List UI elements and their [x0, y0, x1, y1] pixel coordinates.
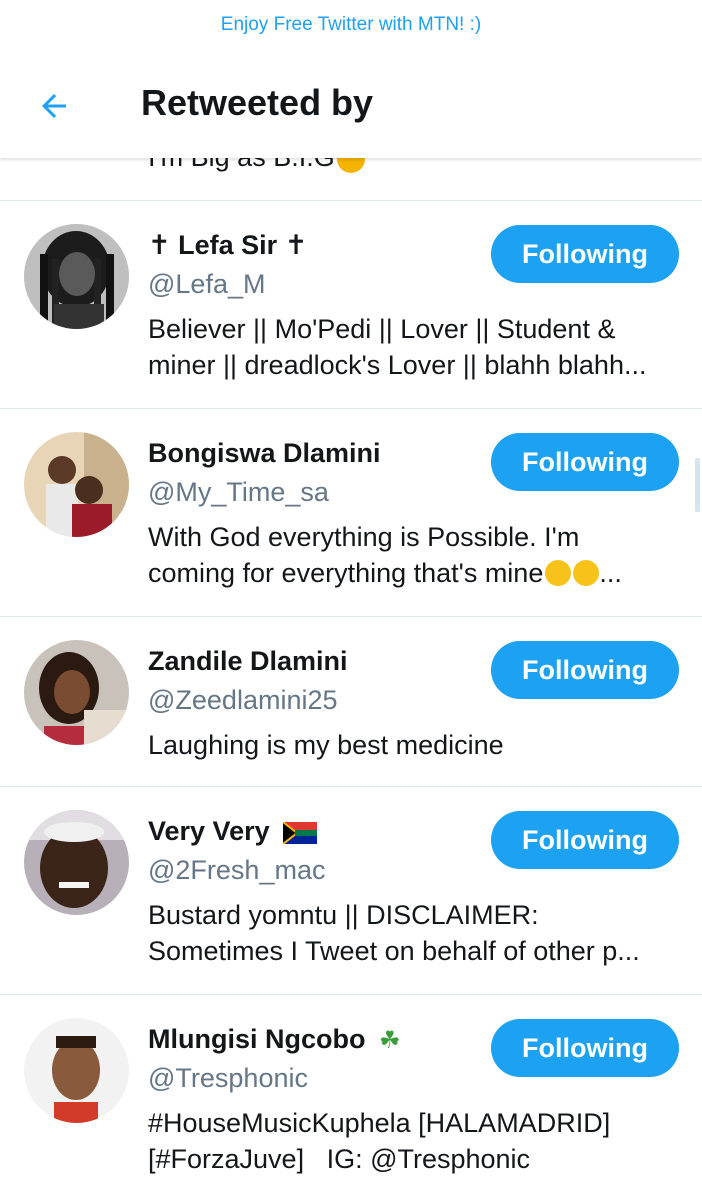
user-bio: I'm Big as B.I.G	[148, 158, 365, 173]
south-africa-flag-icon	[283, 821, 318, 844]
page-title: Retweeted by	[141, 82, 374, 123]
arrow-left-icon	[42, 94, 66, 118]
frustrated-emoji-icon	[545, 560, 572, 586]
app-header: Retweeted by	[0, 50, 702, 158]
user-name: Mlungisi Ngcobo ☘	[148, 1024, 401, 1055]
cross-icon: ✝	[148, 230, 171, 260]
user-bio: Believer || Mo'Pedi || Lover || Student …	[148, 314, 647, 380]
user-bio: #HouseMusicKuphela [HALAMADRID] [#ForzaJ…	[148, 1108, 611, 1174]
list-item[interactable]: Zandile Dlamini @Zeedlamini25 Laughing i…	[0, 617, 702, 787]
following-button[interactable]: Following	[491, 433, 679, 491]
avatar[interactable]	[24, 432, 129, 537]
user-handle: @2Fresh_mac	[148, 855, 326, 885]
list-item[interactable]: Mlungisi Ngcobo ☘ @Tresphonic #HouseMusi…	[0, 995, 702, 1200]
user-name: Bongiswa Dlamini	[148, 438, 381, 468]
user-bio: With God everything is Possible. I'm com…	[148, 522, 622, 588]
following-button[interactable]: Following	[491, 1019, 679, 1077]
user-handle: @My_Time_sa	[148, 477, 329, 507]
user-name: ✝ Lefa Sir ✝	[148, 230, 308, 260]
shamrock-icon: ☘	[379, 1027, 401, 1055]
list-item[interactable]: Bongiswa Dlamini @My_Time_sa With God ev…	[0, 409, 702, 617]
following-button[interactable]: Following	[491, 641, 679, 699]
avatar[interactable]	[24, 224, 129, 329]
list-item[interactable]: Very Very @2Fresh_mac Bustard yomntu || …	[0, 787, 702, 995]
user-bio: Bustard yomntu || DISCLAIMER: Sometimes …	[148, 900, 640, 966]
user-handle: @Lefa_M	[148, 269, 266, 299]
avatar[interactable]	[24, 640, 129, 745]
user-name: Very Very	[148, 816, 318, 847]
promo-banner[interactable]: Enjoy Free Twitter with MTN! :)	[0, 0, 702, 50]
smirk-emoji-icon	[336, 158, 365, 173]
back-button[interactable]	[34, 86, 74, 126]
user-handle: @Tresphonic	[148, 1063, 308, 1093]
list-item-partial[interactable]: I'm Big as B.I.G	[0, 158, 702, 201]
frustrated-emoji-icon	[573, 560, 600, 586]
following-button[interactable]: Following	[491, 811, 679, 869]
user-handle: @Zeedlamini25	[148, 685, 338, 715]
user-bio: Laughing is my best medicine	[148, 730, 504, 760]
user-name: Zandile Dlamini	[148, 646, 348, 676]
retweeters-list[interactable]: I'm Big as B.I.G ✝ Lefa Sir ✝ @Lefa_M	[0, 158, 702, 1200]
scrollbar-thumb[interactable]	[695, 458, 700, 512]
list-item[interactable]: ✝ Lefa Sir ✝ @Lefa_M Believer || Mo'Pedi…	[0, 201, 702, 409]
avatar[interactable]	[24, 810, 129, 915]
promo-text: Enjoy Free Twitter with MTN! :)	[220, 14, 482, 35]
following-button[interactable]: Following	[491, 225, 679, 283]
cross-icon: ✝	[284, 230, 308, 260]
avatar[interactable]	[24, 1018, 129, 1123]
